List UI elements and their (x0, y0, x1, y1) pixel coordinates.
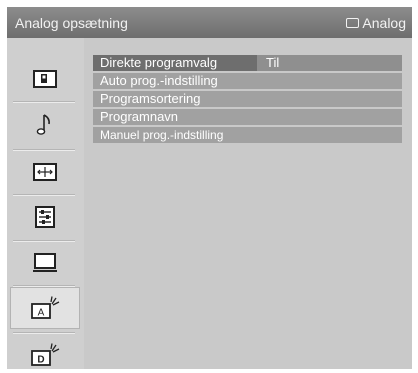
sidebar-item-sound[interactable] (10, 104, 80, 146)
analog-label: A (38, 308, 45, 319)
sidebar-item-setup[interactable] (10, 196, 80, 238)
sidebar-item-analog-setup[interactable]: A (10, 287, 80, 329)
menu-item-direct-program-select[interactable]: Direkte programvalg Til (93, 55, 402, 71)
source-label: Analog (362, 15, 406, 31)
menu-item-program-name[interactable]: Programnavn (93, 109, 402, 125)
menu-item-auto-program[interactable]: Auto prog.-indstilling (93, 73, 402, 89)
menu-item-program-sorting[interactable]: Programsortering (93, 91, 402, 107)
screen-format-icon (33, 163, 57, 181)
sidebar-item-digital-setup[interactable]: D (10, 334, 80, 369)
title-bar: Analog opsætning Analog (7, 7, 412, 38)
source-icon (346, 18, 360, 28)
sidebar-item-screen[interactable] (10, 151, 80, 193)
monitor-icon (33, 253, 57, 272)
menu-item-label: Programnavn (100, 109, 179, 124)
settings-panel: Direkte programvalg Til Auto prog.-indst… (84, 38, 412, 369)
menu-item-label: Programsortering (100, 91, 201, 106)
settings-list-icon (35, 206, 55, 228)
digital-label: D (37, 355, 44, 366)
tv-menu-screen: Analog opsætning Analog A D Direkte prog… (7, 7, 412, 369)
sidebar-divider (13, 101, 75, 103)
menu-item-value: Til (266, 55, 280, 70)
page-title: Analog opsætning (15, 15, 128, 31)
input-source-indicator: Analog (346, 15, 406, 31)
analog-setup-icon: A (31, 296, 60, 319)
sidebar-item-picture[interactable] (10, 58, 80, 100)
menu-item-label: Auto prog.-indstilling (100, 73, 218, 88)
music-note-icon (36, 114, 50, 135)
sidebar: A D (7, 38, 84, 369)
sidebar-item-pc[interactable] (10, 242, 80, 284)
digital-setup-icon: D (31, 343, 60, 366)
menu-item-label: Manuel prog.-indstilling (100, 128, 224, 142)
menu-item-manual-program[interactable]: Manuel prog.-indstilling (93, 127, 402, 143)
picture-icon (33, 70, 57, 88)
menu-item-label: Direkte programvalg (100, 55, 218, 70)
menu-item-value-box[interactable]: Til (257, 55, 402, 71)
